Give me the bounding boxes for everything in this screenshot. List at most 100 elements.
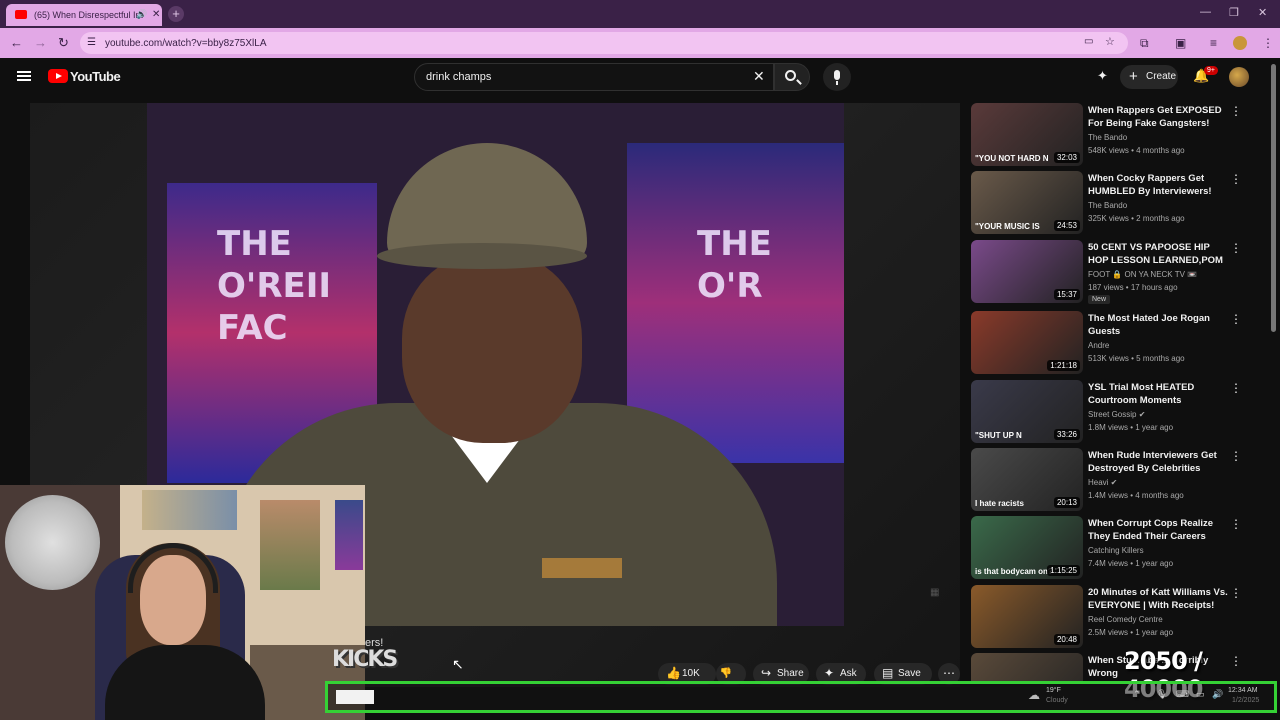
more-options-icon[interactable]: ⋮: [1230, 241, 1242, 255]
speaker-icon[interactable]: 🔊: [136, 9, 147, 20]
channel-name[interactable]: Catching Killers: [1088, 546, 1144, 555]
recommendation-item[interactable]: 20:48 20 Minutes of Katt Williams Vs. EV…: [971, 585, 1251, 649]
video-thumbnail[interactable]: 1:21:18: [971, 311, 1083, 374]
weather-temp: 19°F: [1046, 687, 1061, 694]
recommendation-item[interactable]: 1:21:18 The Most Hated Joe Rogan Guests …: [971, 311, 1251, 375]
goal-progress-bar: ☁ 19°F Cloudy ⌃ 🎙 ⌨ ▭ 🔊 12:34 AM 1/2/202…: [325, 681, 1277, 713]
video-title[interactable]: 20 Minutes of Katt Williams Vs. EVERYONE…: [1088, 586, 1228, 612]
video-title[interactable]: When Rude Interviewers Get Destroyed By …: [1088, 449, 1228, 475]
video-title[interactable]: When Rappers Get EXPOSED For Being Fake …: [1088, 104, 1228, 130]
youtube-logo-icon[interactable]: [48, 69, 68, 83]
video-duration: 32:03: [1053, 152, 1080, 163]
url-text: youtube.com/watch?v=bby8z75XlLA: [105, 38, 267, 49]
site-info-icon[interactable]: ☰: [87, 37, 96, 48]
thumbnail-caption: is that bodycam on?: [975, 567, 1053, 576]
tray-chevron-icon[interactable]: ⌃: [1133, 689, 1141, 700]
clock-time: 12:34 AM: [1228, 687, 1258, 694]
channel-name[interactable]: Reel Comedy Centre: [1088, 615, 1163, 624]
tray-mic-icon[interactable]: 🎙: [1156, 689, 1167, 700]
video-meta: 513K views • 5 months ago: [1088, 354, 1185, 363]
video-meta: 325K views • 2 months ago: [1088, 214, 1185, 223]
video-title[interactable]: YSL Trial Most HEATED Courtroom Moments: [1088, 381, 1228, 407]
video-thumbnail[interactable]: 20:48: [971, 585, 1083, 648]
video-title[interactable]: When Cocky Rappers Get HUMBLED By Interv…: [1088, 172, 1228, 198]
recommendation-item[interactable]: "SHUT UP N 33:26 YSL Trial Most HEATED C…: [971, 380, 1251, 444]
interviewee-cap-brim: [377, 243, 587, 269]
video-thumbnail[interactable]: "YOUR MUSIC IS 24:53: [971, 171, 1083, 234]
account-avatar[interactable]: [1229, 67, 1249, 87]
extensions-icon[interactable]: ⧉: [1140, 36, 1149, 51]
video-title[interactable]: 50 CENT VS PAPOOSE HIP HOP LESSON LEARNE…: [1088, 241, 1228, 267]
share-icon: ↪: [761, 666, 772, 680]
close-window-icon[interactable]: ✕: [1258, 6, 1267, 19]
create-button[interactable]: + Create: [1120, 65, 1178, 89]
more-options-icon[interactable]: ⋮: [1230, 586, 1242, 600]
studio-sign-left: THE O'REII FAC: [217, 224, 332, 348]
create-label: Create: [1146, 71, 1177, 82]
browser-menu-icon[interactable]: ⋮: [1262, 36, 1274, 50]
sidepanel-icon[interactable]: ▣: [1175, 36, 1186, 50]
maximize-icon[interactable]: ❐: [1229, 6, 1239, 19]
back-icon[interactable]: ←: [10, 35, 23, 50]
recommendation-item[interactable]: "YOU NOT HARD N 32:03 When Rappers Get E…: [971, 103, 1251, 167]
cast-icon[interactable]: ▭: [1084, 36, 1093, 47]
channel-watermark-icon[interactable]: ▦: [930, 587, 939, 598]
recommendation-item[interactable]: 15:37 50 CENT VS PAPOOSE HIP HOP LESSON …: [971, 240, 1251, 304]
tab-title: (65) When Disrespectful Int: [34, 10, 144, 20]
search-input[interactable]: drink champs: [414, 63, 774, 91]
forward-icon[interactable]: →: [34, 35, 47, 50]
thumbnail-caption: I hate racists: [975, 499, 1024, 508]
search-button[interactable]: [774, 63, 810, 91]
bookmark-star-icon[interactable]: ☆: [1105, 35, 1115, 48]
voice-search-icon[interactable]: [823, 63, 851, 91]
address-bar[interactable]: ☰ youtube.com/watch?v=bby8z75XlLA ▭ ☆: [80, 32, 1128, 54]
recommendation-item[interactable]: is that bodycam on? 1:15:25 When Corrupt…: [971, 516, 1251, 580]
tray-network-icon[interactable]: ▭: [1196, 689, 1205, 700]
browser-tab[interactable]: (65) When Disrespectful Int 🔊 ✕: [6, 4, 162, 26]
more-options-icon[interactable]: ⋮: [1230, 312, 1242, 326]
channel-name[interactable]: Heavi ✔: [1088, 478, 1117, 487]
video-thumbnail[interactable]: 15:37: [971, 240, 1083, 303]
more-options-icon[interactable]: ⋮: [1230, 449, 1242, 463]
close-tab-icon[interactable]: ✕: [152, 9, 160, 20]
video-title[interactable]: When Corrupt Cops Realize They Ended The…: [1088, 517, 1228, 543]
tray-keyboard-icon[interactable]: ⌨: [1176, 689, 1189, 700]
video-thumbnail[interactable]: "YOU NOT HARD N 32:03: [971, 103, 1083, 166]
tray-volume-icon[interactable]: 🔊: [1212, 689, 1223, 700]
video-thumbnail[interactable]: I hate racists 20:13: [971, 448, 1083, 511]
studio-sign-right: THE O'R: [697, 224, 772, 306]
recommendation-item[interactable]: I hate racists 20:13 When Rude Interview…: [971, 448, 1251, 512]
channel-name[interactable]: The Bando: [1088, 201, 1127, 210]
more-options-icon[interactable]: ⋮: [1230, 172, 1242, 186]
new-tab-button[interactable]: +: [168, 6, 184, 22]
video-thumbnail[interactable]: is that bodycam on? 1:15:25: [971, 516, 1083, 579]
interviewee-face: [402, 253, 582, 443]
video-thumbnail[interactable]: you stop smoking: [971, 653, 1083, 681]
save-playlist-icon: ▤: [882, 666, 894, 680]
scrollbar[interactable]: [1271, 64, 1276, 332]
channel-name[interactable]: Andre: [1088, 341, 1109, 350]
reload-icon[interactable]: ↻: [58, 35, 69, 51]
more-options-icon[interactable]: ⋮: [1230, 104, 1242, 118]
media-icon[interactable]: ≡: [1210, 36, 1217, 50]
browser-tab-bar: (65) When Disrespectful Int 🔊 ✕ + — ❐ ✕: [0, 0, 1280, 28]
wall-poster: [335, 500, 363, 570]
more-options-icon[interactable]: ⋮: [1230, 381, 1242, 395]
menu-icon[interactable]: [17, 71, 31, 81]
channel-name[interactable]: FOOT 🔒 ON YA NECK TV 📼: [1088, 270, 1197, 279]
youtube-wordmark[interactable]: YouTube: [70, 69, 121, 84]
kicks-logo-text: KICKS: [332, 647, 398, 672]
video-thumbnail[interactable]: "SHUT UP N 33:26: [971, 380, 1083, 443]
minimize-icon[interactable]: —: [1200, 6, 1211, 18]
sparkle-icon[interactable]: ✦: [1097, 68, 1108, 84]
channel-name[interactable]: Street Gossip ✔: [1088, 410, 1145, 419]
recommendation-item[interactable]: "YOUR MUSIC IS 24:53 When Cocky Rappers …: [971, 171, 1251, 235]
video-meta: 2.5M views • 1 year ago: [1088, 628, 1174, 637]
youtube-header: YouTube drink champs ✕ ✦ + Create 🔔 9+: [0, 58, 1280, 98]
profile-icon[interactable]: [1233, 36, 1247, 50]
clear-search-icon[interactable]: ✕: [753, 68, 765, 85]
video-title[interactable]: The Most Hated Joe Rogan Guests: [1088, 312, 1228, 338]
channel-name[interactable]: The Bando: [1088, 133, 1127, 142]
ask-sparkle-icon: ✦: [824, 666, 835, 680]
more-options-icon[interactable]: ⋮: [1230, 517, 1242, 531]
